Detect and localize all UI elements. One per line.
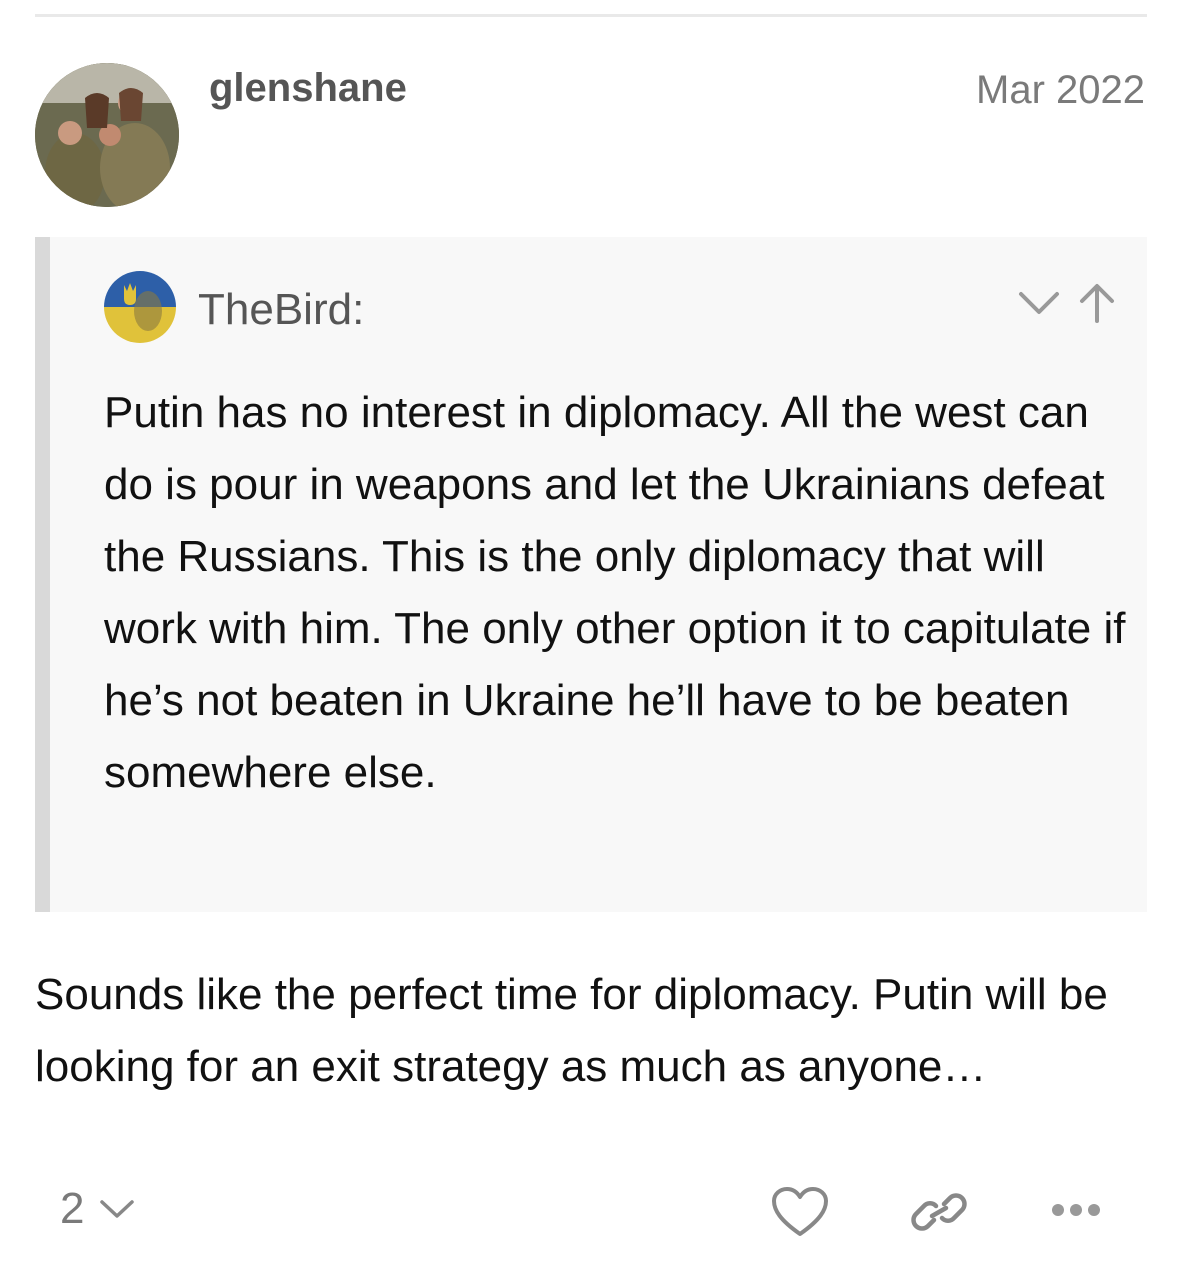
user-avatar-photo-icon bbox=[35, 63, 179, 207]
post-body: Sounds like the perfect time for diploma… bbox=[35, 970, 1108, 1091]
top-divider bbox=[35, 14, 1147, 17]
like-button[interactable] bbox=[770, 1186, 830, 1245]
ukraine-flag-avatar-icon bbox=[104, 271, 176, 343]
quote-author-name[interactable]: TheBird: bbox=[198, 285, 364, 335]
share-link-button[interactable] bbox=[910, 1190, 968, 1239]
expand-quote-button[interactable] bbox=[1017, 288, 1061, 318]
quote-author-avatar[interactable] bbox=[104, 271, 176, 343]
replies-toggle[interactable]: 2 bbox=[60, 1184, 136, 1234]
post-date[interactable]: Mar 2022 bbox=[976, 68, 1145, 113]
post-username[interactable]: glenshane bbox=[209, 66, 407, 111]
arrow-up-icon bbox=[1080, 284, 1114, 323]
quote-controls bbox=[1017, 281, 1117, 325]
quote-text: Putin has no interest in diplomacy. All … bbox=[104, 388, 1126, 797]
reply-count: 2 bbox=[60, 1184, 85, 1233]
link-icon bbox=[911, 1193, 967, 1231]
quote-block: TheBird: Putin has no interest in diplom… bbox=[35, 237, 1147, 912]
chevron-down-icon bbox=[1019, 292, 1059, 314]
chevron-down-icon bbox=[100, 1200, 135, 1218]
user-avatar[interactable] bbox=[35, 63, 179, 207]
more-icon bbox=[1052, 1204, 1100, 1216]
go-to-quoted-post-button[interactable] bbox=[1077, 281, 1117, 325]
heart-icon bbox=[772, 1187, 828, 1236]
more-actions-button[interactable] bbox=[1050, 1200, 1102, 1225]
